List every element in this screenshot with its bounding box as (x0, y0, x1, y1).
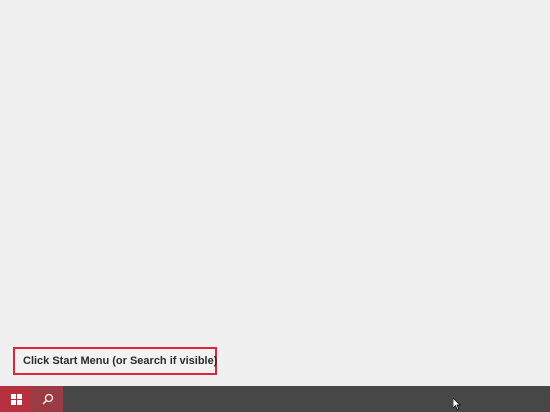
instruction-text: Click Start Menu (or Search if visible) (23, 355, 218, 367)
windows-logo-icon (10, 393, 22, 405)
instruction-callout: Click Start Menu (or Search if visible) (13, 347, 217, 375)
start-button[interactable] (0, 386, 32, 412)
search-icon (42, 393, 53, 405)
mouse-cursor-icon (453, 398, 461, 410)
search-button[interactable] (32, 386, 63, 412)
desktop (0, 0, 550, 386)
taskbar (0, 386, 550, 412)
